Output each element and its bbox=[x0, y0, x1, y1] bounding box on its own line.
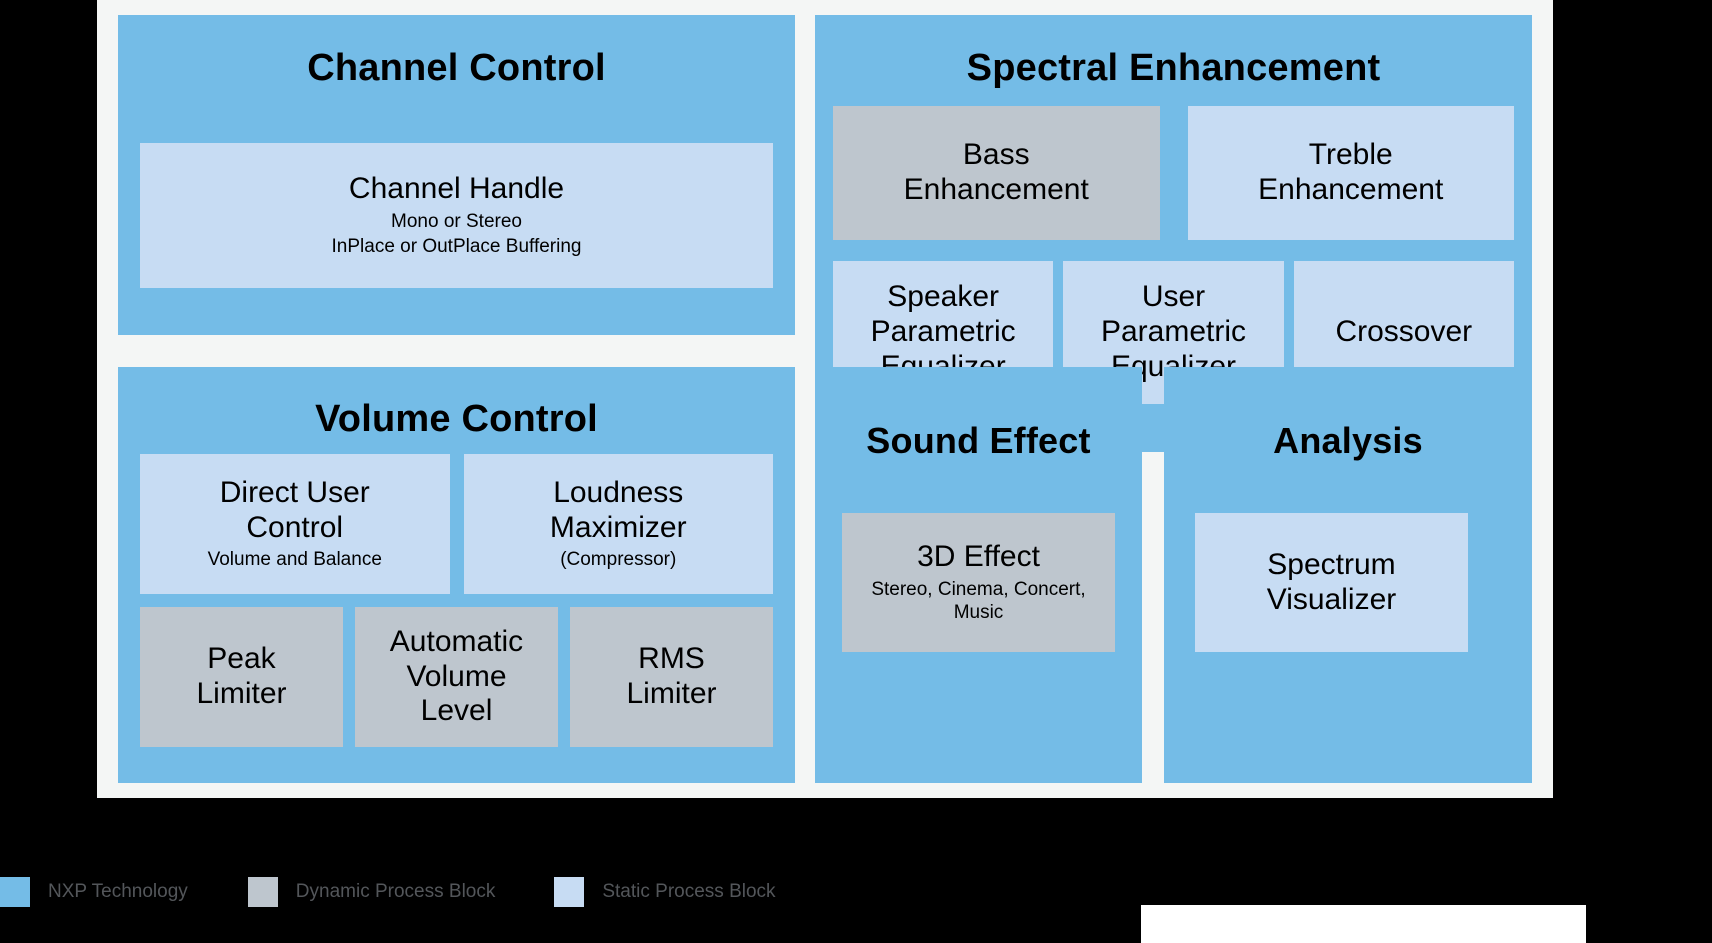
panel-title-analysis: Analysis bbox=[1273, 420, 1423, 461]
bottom-right-white-bar bbox=[1141, 905, 1586, 943]
legend-swatch-icon bbox=[0, 877, 30, 907]
block-title: Treble Enhancement bbox=[1258, 138, 1444, 206]
legend-swatch-icon bbox=[247, 877, 278, 907]
volume-control-row-2: Peak Limiter Automatic Volume Level RMS … bbox=[140, 607, 773, 747]
volume-control-row-1: Direct User Control Volume and Balance L… bbox=[140, 454, 773, 594]
block-title: Automatic Volume Level bbox=[389, 624, 524, 728]
block-treble-enhancement: Treble Enhancement bbox=[1187, 106, 1514, 240]
panel-title-spectral-enhancement: Spectral Enhancement bbox=[966, 47, 1381, 89]
legend-label: Static Process Block bbox=[602, 881, 776, 902]
panel-title-volume-control: Volume Control bbox=[315, 398, 598, 440]
legend: NXP Technology Dynamic Process Block Sta… bbox=[0, 877, 776, 907]
panel-analysis: Analysis Spectrum Visualizer bbox=[1164, 367, 1532, 783]
legend-label: NXP Technology bbox=[48, 881, 188, 902]
block-channel-handle: Channel Handle Mono or Stereo InPlace or… bbox=[140, 143, 773, 288]
panel-title-sound-effect: Sound Effect bbox=[866, 420, 1091, 461]
panel-grid: Channel Control Channel Handle Mono or S… bbox=[118, 15, 1532, 783]
block-title: Crossover bbox=[1335, 315, 1473, 349]
block-peak-limiter: Peak Limiter bbox=[140, 607, 343, 747]
legend-item-dynamic-process-block: Dynamic Process Block bbox=[247, 877, 496, 907]
block-spectrum-visualizer: Spectrum Visualizer bbox=[1195, 513, 1468, 652]
panel-volume-control: Volume Control Direct User Control Volum… bbox=[118, 367, 795, 783]
block-title: Channel Handle bbox=[348, 172, 565, 206]
block-title: Direct User Control bbox=[219, 475, 370, 544]
block-automatic-volume-level: Automatic Volume Level bbox=[355, 607, 558, 747]
block-title: Peak Limiter bbox=[196, 642, 287, 710]
legend-item-nxp-technology: NXP Technology bbox=[0, 877, 188, 907]
block-subtitle: Mono or Stereo bbox=[391, 211, 522, 233]
block-title: Loudness Maximizer bbox=[549, 475, 687, 544]
block-3d-effect: 3D Effect Stereo, Cinema, Concert, Music bbox=[842, 513, 1115, 652]
block-title: Spectrum Visualizer bbox=[1266, 547, 1397, 616]
block-bass-enhancement: Bass Enhancement bbox=[833, 106, 1160, 240]
diagram-canvas: Channel Control Channel Handle Mono or S… bbox=[97, 0, 1553, 798]
block-title: 3D Effect bbox=[917, 539, 1040, 573]
panel-sound-effect: Sound Effect 3D Effect Stereo, Cinema, C… bbox=[815, 367, 1142, 783]
block-subtitle: Stereo, Cinema, Concert, Music bbox=[871, 578, 1086, 624]
panel-channel-control: Channel Control Channel Handle Mono or S… bbox=[118, 15, 795, 335]
block-subtitle: (Compressor) bbox=[560, 549, 677, 571]
block-subtitle: Volume and Balance bbox=[207, 549, 382, 571]
block-title: RMS Limiter bbox=[626, 642, 717, 710]
legend-label: Dynamic Process Block bbox=[295, 881, 496, 902]
block-loudness-maximizer: Loudness Maximizer (Compressor) bbox=[463, 454, 773, 594]
bottom-right-panels: Sound Effect 3D Effect Stereo, Cinema, C… bbox=[815, 367, 1532, 783]
block-subtitle: InPlace or OutPlace Buffering bbox=[331, 235, 582, 257]
block-title: Bass Enhancement bbox=[903, 138, 1089, 206]
block-rms-limiter: RMS Limiter bbox=[570, 607, 773, 747]
legend-item-static-process-block: Static Process Block bbox=[554, 877, 776, 907]
block-direct-user-control: Direct User Control Volume and Balance bbox=[140, 454, 450, 594]
legend-swatch-icon bbox=[554, 877, 585, 907]
spectral-row-1: Bass Enhancement Treble Enhancement bbox=[833, 106, 1514, 240]
panel-title-channel-control: Channel Control bbox=[307, 47, 606, 89]
